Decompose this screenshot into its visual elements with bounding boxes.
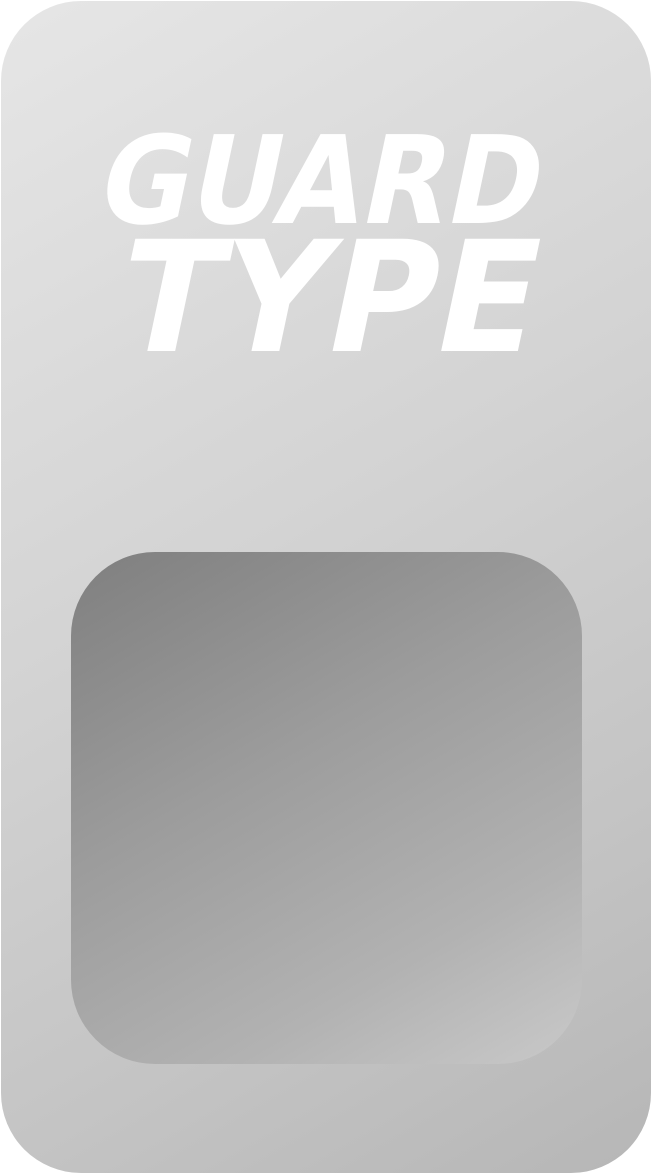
logo-line2: TYPE: [103, 208, 559, 375]
logo-wordmark: GUARD TYPE: [61, 105, 591, 375]
display-window: [71, 552, 582, 1064]
card-panel: GUARD TYPE: [1, 1, 651, 1173]
logo-wordmark-svg: GUARD TYPE: [88, 110, 560, 375]
